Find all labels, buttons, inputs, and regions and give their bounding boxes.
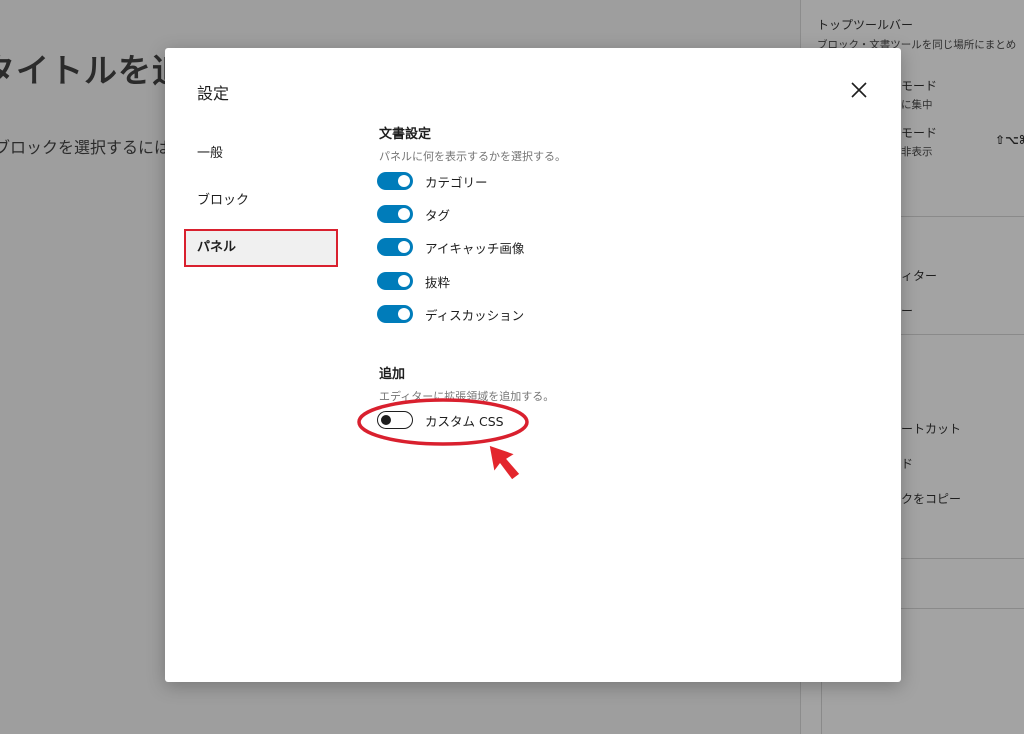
category-toggle[interactable] [377, 172, 413, 190]
custom-css-toggle[interactable] [377, 411, 413, 429]
tab-blocks[interactable]: ブロック [185, 183, 337, 219]
preferences-modal: 設定 一般 ブロック パネル 文書設定 パネルに何を表示するかを選択する。 カテ… [165, 48, 901, 682]
discussion-toggle[interactable] [377, 305, 413, 323]
close-button[interactable] [845, 76, 873, 104]
additional-desc: エディターに拡張領域を追加する。 [379, 390, 555, 403]
option-custom-css: カスタム CSS [377, 410, 504, 430]
document-settings-title: 文書設定 [379, 127, 432, 142]
code-editor-shortcut: ー [901, 304, 914, 318]
modal-title: 設定 [197, 84, 230, 103]
keyboard-shortcuts-item: ートカット [901, 422, 962, 436]
option-label: 抜粋 [425, 274, 451, 290]
excerpt-toggle[interactable] [377, 272, 413, 290]
document-settings-desc: パネルに何を表示するかを選択する。 [379, 150, 566, 163]
spotlight-mode-label: モード [901, 79, 938, 93]
option-label: タグ [425, 207, 451, 223]
option-discussion: ディスカッション [377, 304, 524, 324]
option-label: カスタム CSS [425, 413, 504, 429]
distraction-free-desc: 非表示 [901, 146, 933, 158]
option-featured-image: アイキャッチ画像 [377, 237, 524, 257]
option-excerpt: 抜粋 [377, 271, 450, 291]
option-label: ディスカッション [425, 307, 525, 323]
mode-item: ド [901, 457, 914, 471]
distraction-free-label: モード [901, 126, 938, 140]
editor-block-hint: ブロックを選択するには [0, 138, 171, 157]
option-category: カテゴリー [377, 171, 488, 191]
option-label: カテゴリー [425, 174, 488, 190]
tab-panels[interactable]: パネル [185, 230, 337, 266]
code-editor-item: ィター [901, 269, 938, 283]
tags-toggle[interactable] [377, 205, 413, 223]
top-toolbar-title: トップツールバー [817, 18, 914, 32]
option-tags: タグ [377, 204, 450, 224]
close-icon [851, 82, 867, 98]
additional-title: 追加 [379, 367, 406, 382]
tab-general[interactable]: 一般 [185, 136, 337, 172]
spotlight-mode-desc: に集中 [901, 99, 933, 111]
copy-item: クをコピー [901, 492, 962, 506]
featured-image-toggle[interactable] [377, 238, 413, 256]
option-label: アイキャッチ画像 [425, 240, 525, 256]
distraction-free-shortcut: ⇧⌥⌘ [995, 133, 1024, 147]
